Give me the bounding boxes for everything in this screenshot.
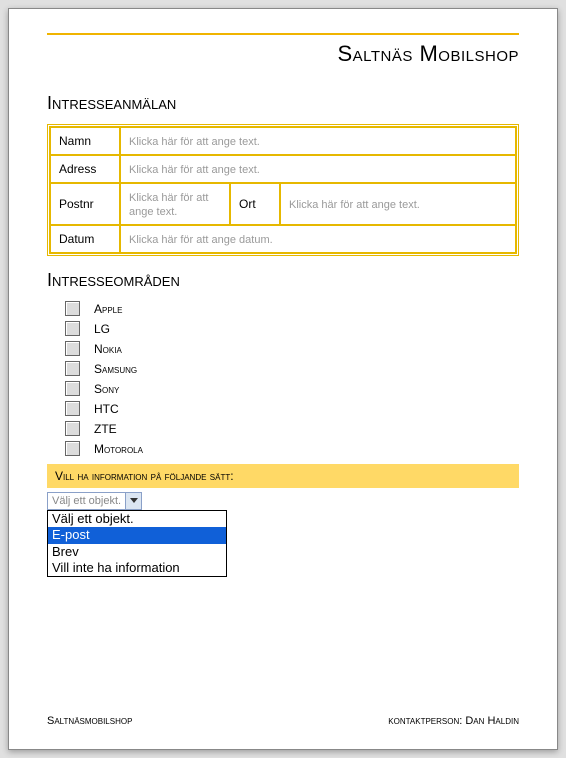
checkbox-icon[interactable] (65, 301, 80, 316)
checkbox-label: Nokia (94, 342, 122, 356)
label-postnr: Postnr (50, 183, 120, 225)
checkbox-label: Sony (94, 382, 119, 396)
combo-text: Välj ett objekt. (48, 493, 125, 509)
checkbox-row-lg[interactable]: LG (65, 321, 519, 336)
field-datum[interactable]: Klicka här för att ange datum. (120, 225, 516, 253)
checkbox-label: LG (94, 322, 110, 336)
label-namn: Namn (50, 127, 120, 155)
checkbox-icon[interactable] (65, 321, 80, 336)
checkbox-label: Apple (94, 302, 122, 316)
checkbox-icon[interactable] (65, 441, 80, 456)
field-postnr[interactable]: Klicka här för att ange text. (120, 183, 230, 225)
top-rule (47, 33, 519, 35)
checkbox-icon[interactable] (65, 421, 80, 436)
checkbox-label: Motorola (94, 442, 143, 456)
document-page: Saltnäs Mobilshop Intresseanmälan Namn K… (8, 8, 558, 750)
checkbox-row-apple[interactable]: Apple (65, 301, 519, 316)
footer-left: Saltnäsmobilshop (47, 715, 132, 727)
footer: Saltnäsmobilshop kontaktperson: Dan Hald… (47, 715, 519, 727)
field-adress[interactable]: Klicka här för att ange text. (120, 155, 516, 183)
dropdown-option[interactable]: Välj ett objekt. (48, 511, 226, 527)
section-intresseanmalan: Intresseanmälan (47, 93, 519, 114)
checkbox-list: Apple LG Nokia Samsung Sony HTC ZTE Motorola (65, 301, 519, 456)
checkbox-label: Samsung (94, 362, 137, 376)
checkbox-icon[interactable] (65, 361, 80, 376)
info-method-combo[interactable]: Välj ett objekt. (47, 492, 142, 510)
field-ort[interactable]: Klicka här för att ange text. (280, 183, 516, 225)
chevron-down-icon (130, 498, 138, 504)
dropdown-option[interactable]: E-post (48, 527, 226, 543)
label-adress: Adress (50, 155, 120, 183)
section-intresseomraden: Intresseområden (47, 270, 519, 291)
info-method-bar: Vill ha information på följande sätt: (47, 464, 519, 488)
checkbox-row-htc[interactable]: HTC (65, 401, 519, 416)
checkbox-row-nokia[interactable]: Nokia (65, 341, 519, 356)
footer-right: kontaktperson: Dan Haldin (388, 715, 519, 727)
checkbox-row-sony[interactable]: Sony (65, 381, 519, 396)
checkbox-icon[interactable] (65, 381, 80, 396)
combo-dropdown-button[interactable] (125, 493, 141, 509)
checkbox-label: HTC (94, 402, 119, 416)
checkbox-row-zte[interactable]: ZTE (65, 421, 519, 436)
dropdown-option[interactable]: Brev (48, 544, 226, 560)
checkbox-label: ZTE (94, 422, 117, 436)
field-namn[interactable]: Klicka här för att ange text. (120, 127, 516, 155)
info-method-dropdown[interactable]: Välj ett objekt.E-postBrevVill inte ha i… (47, 510, 227, 577)
checkbox-icon[interactable] (65, 401, 80, 416)
checkbox-row-motorola[interactable]: Motorola (65, 441, 519, 456)
checkbox-row-samsung[interactable]: Samsung (65, 361, 519, 376)
label-datum: Datum (50, 225, 120, 253)
company-title: Saltnäs Mobilshop (47, 41, 519, 67)
checkbox-icon[interactable] (65, 341, 80, 356)
label-ort: Ort (230, 183, 280, 225)
dropdown-option[interactable]: Vill inte ha information (48, 560, 226, 576)
form-table: Namn Klicka här för att ange text. Adres… (47, 124, 519, 256)
